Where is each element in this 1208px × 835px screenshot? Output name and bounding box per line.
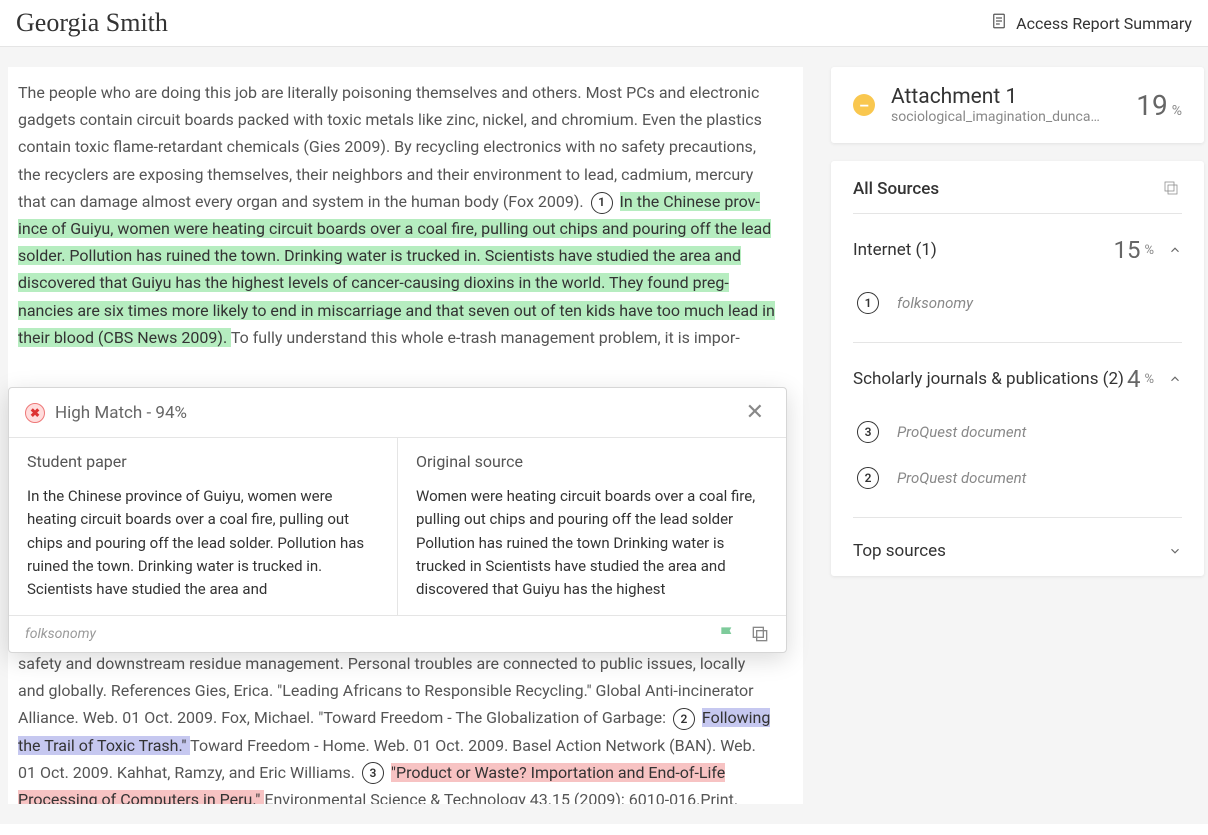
source-group-top[interactable]: Top sources (853, 540, 1182, 562)
essay-text-2: To fully understand this whole e-trash m… (231, 328, 740, 347)
source-badge-1[interactable]: 1 (591, 192, 613, 214)
access-report-label: Access Report Summary (1016, 14, 1192, 33)
source-item-name: ProQuest document (897, 469, 1026, 487)
report-icon (990, 12, 1008, 34)
copy-sources-icon[interactable] (1162, 179, 1182, 199)
match-title: High Match - 94% (55, 403, 730, 423)
original-source-text: Women were heating circuit boards over a… (416, 485, 768, 601)
attachment-card[interactable]: – Attachment 1 sociological_imagination_… (831, 67, 1204, 143)
source-item-badge: 3 (857, 421, 879, 443)
highlight-match-1[interactable]: In the Chinese prov­ince of Guiyu, women… (18, 192, 775, 347)
student-paper-text: In the Chinese province of Guiyu, women … (27, 485, 379, 601)
source-item[interactable]: 2 ProQuest document (853, 455, 1182, 501)
attachment-pct: % (1172, 103, 1182, 119)
open-source-icon[interactable] (750, 624, 770, 644)
source-group-score: 4 (1127, 365, 1141, 393)
source-group-internet[interactable]: Internet (1) 15 % (853, 236, 1182, 264)
source-group-score: 15 (1113, 236, 1140, 264)
status-warning-icon: – (853, 94, 875, 116)
attachment-score: 19 (1136, 89, 1167, 122)
source-group-title: Internet (1) (853, 239, 1113, 261)
high-match-icon: ✖ (25, 403, 45, 423)
source-group-pct: % (1144, 372, 1154, 387)
chart-icon[interactable] (1130, 179, 1150, 199)
student-name: Georgia Smith (16, 8, 168, 38)
chevron-down-icon (1168, 544, 1182, 558)
chevron-up-icon (1168, 243, 1182, 257)
attachment-title: Attachment 1 (891, 85, 1120, 109)
all-sources-heading: All Sources (853, 179, 1118, 199)
match-source-name: folksonomy (25, 626, 96, 642)
attachment-filename: sociological_imagination_dunca… (891, 109, 1120, 125)
chevron-up-icon (1168, 372, 1182, 386)
access-report-link[interactable]: Access Report Summary (990, 12, 1192, 34)
match-popover: ✖ High Match - 94% ✕ Student paper In th… (8, 387, 787, 653)
flag-icon[interactable] (718, 624, 738, 644)
source-item-name: folksonomy (897, 294, 973, 312)
source-item[interactable]: 3 ProQuest document (853, 409, 1182, 455)
original-source-heading: Original source (416, 452, 768, 471)
source-badge-2[interactable]: 2 (673, 708, 695, 730)
close-icon[interactable]: ✕ (740, 400, 770, 425)
source-group-title: Top sources (853, 540, 1168, 562)
source-group-pct: % (1144, 243, 1154, 258)
source-item-badge: 2 (857, 467, 879, 489)
source-group-title: Scholarly journals & publications (2) (853, 368, 1127, 390)
source-item[interactable]: 1 folksonomy (853, 280, 1182, 326)
source-group-scholarly[interactable]: Scholarly journals & publications (2) 4 … (853, 365, 1182, 393)
student-paper-heading: Student paper (27, 452, 379, 471)
source-item-name: ProQuest document (897, 423, 1026, 441)
source-badge-3[interactable]: 3 (362, 762, 384, 784)
source-item-badge: 1 (857, 292, 879, 314)
